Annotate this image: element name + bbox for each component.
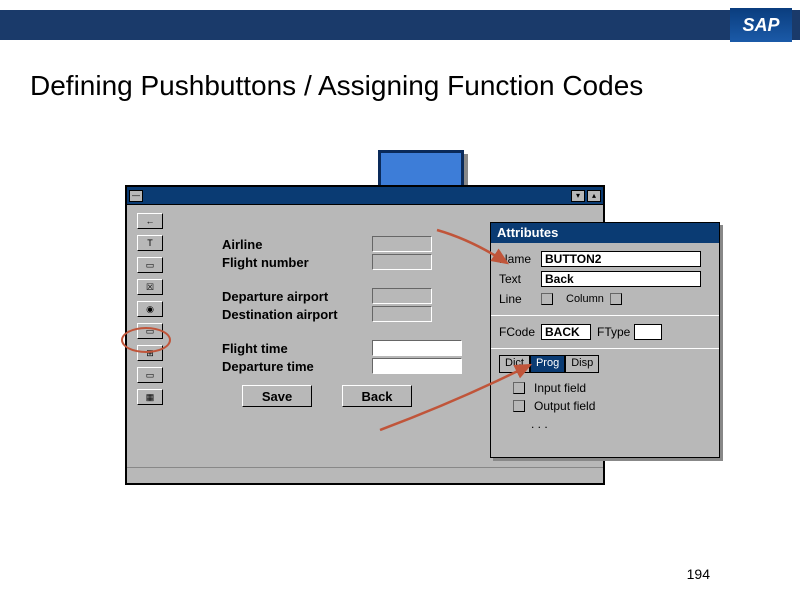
label-depairport: Departure airport [222, 289, 372, 304]
attr-label-ftype: FType [597, 325, 630, 339]
input-depairport[interactable] [372, 288, 432, 304]
back-button[interactable]: Back [342, 385, 412, 407]
attributes-panel: Attributes Name BUTTON2 Text Back Line C… [490, 222, 720, 458]
attr-text-field[interactable]: Back [541, 271, 701, 287]
attr-fcode-field[interactable]: BACK [541, 324, 591, 340]
label-airline: Airline [222, 237, 372, 252]
attr-ftype-field[interactable] [634, 324, 662, 340]
label-flightnum: Flight number [222, 255, 372, 270]
page-number: 194 [687, 566, 710, 582]
element-toolbar: ← T ▭ ☒ ◉ ▭ ⊞ ▭ ▦ [137, 213, 163, 405]
tool-radio-icon[interactable]: ◉ [137, 301, 163, 317]
tool-text-icon[interactable]: T [137, 235, 163, 251]
tab-prog[interactable]: Prog [530, 355, 565, 373]
input-flighttime[interactable] [372, 340, 462, 356]
input-flightnum[interactable] [372, 254, 432, 270]
attributes-title: Attributes [491, 223, 719, 243]
titlebar: — ▾ ▴ [127, 187, 603, 205]
attr-column-checkbox[interactable] [610, 293, 622, 305]
tool-pushbutton-icon[interactable]: ▭ [137, 323, 163, 339]
sap-logo: SAP [730, 8, 792, 42]
tool-table-icon[interactable]: ▦ [137, 389, 163, 405]
input-deptime[interactable] [372, 358, 462, 374]
attr-label-fcode: FCode [499, 325, 541, 339]
tool-pointer-icon[interactable]: ← [137, 213, 163, 229]
min-icon[interactable]: ▾ [571, 190, 585, 202]
attr-name-field[interactable]: BUTTON2 [541, 251, 701, 267]
attr-label-line: Line [499, 292, 541, 306]
attr-tabs: Dict Prog Disp [499, 355, 711, 373]
tab-dict[interactable]: Dict [499, 355, 530, 373]
label-deptime: Departure time [222, 359, 372, 374]
opt-output-field: Output field [534, 399, 595, 413]
opt-input-field: Input field [534, 381, 586, 395]
tool-box-icon[interactable]: ▭ [137, 367, 163, 383]
label-flighttime: Flight time [222, 341, 372, 356]
tool-tabstrip-icon[interactable]: ⊞ [137, 345, 163, 361]
attr-label-name: Name [499, 252, 541, 266]
tool-checkbox-icon[interactable]: ☒ [137, 279, 163, 295]
sysmenu-icon[interactable]: — [129, 190, 143, 202]
save-button[interactable]: Save [242, 385, 312, 407]
cb-input-field[interactable] [513, 382, 525, 394]
max-icon[interactable]: ▴ [587, 190, 601, 202]
input-airline[interactable] [372, 236, 432, 252]
label-destairport: Destination airport [222, 307, 372, 322]
form-area: Airline Flight number Departure airport … [222, 235, 462, 407]
page-title: Defining Pushbuttons / Assigning Functio… [30, 70, 643, 102]
attr-label-text: Text [499, 272, 541, 286]
statusbar [127, 467, 603, 483]
attr-line-checkbox[interactable] [541, 293, 553, 305]
top-band [0, 10, 800, 40]
tool-frame-icon[interactable]: ▭ [137, 257, 163, 273]
tab-disp[interactable]: Disp [565, 355, 599, 373]
attr-label-column: Column [566, 293, 604, 305]
input-destairport[interactable] [372, 306, 432, 322]
opt-more: . . . [531, 417, 548, 431]
cb-output-field[interactable] [513, 400, 525, 412]
